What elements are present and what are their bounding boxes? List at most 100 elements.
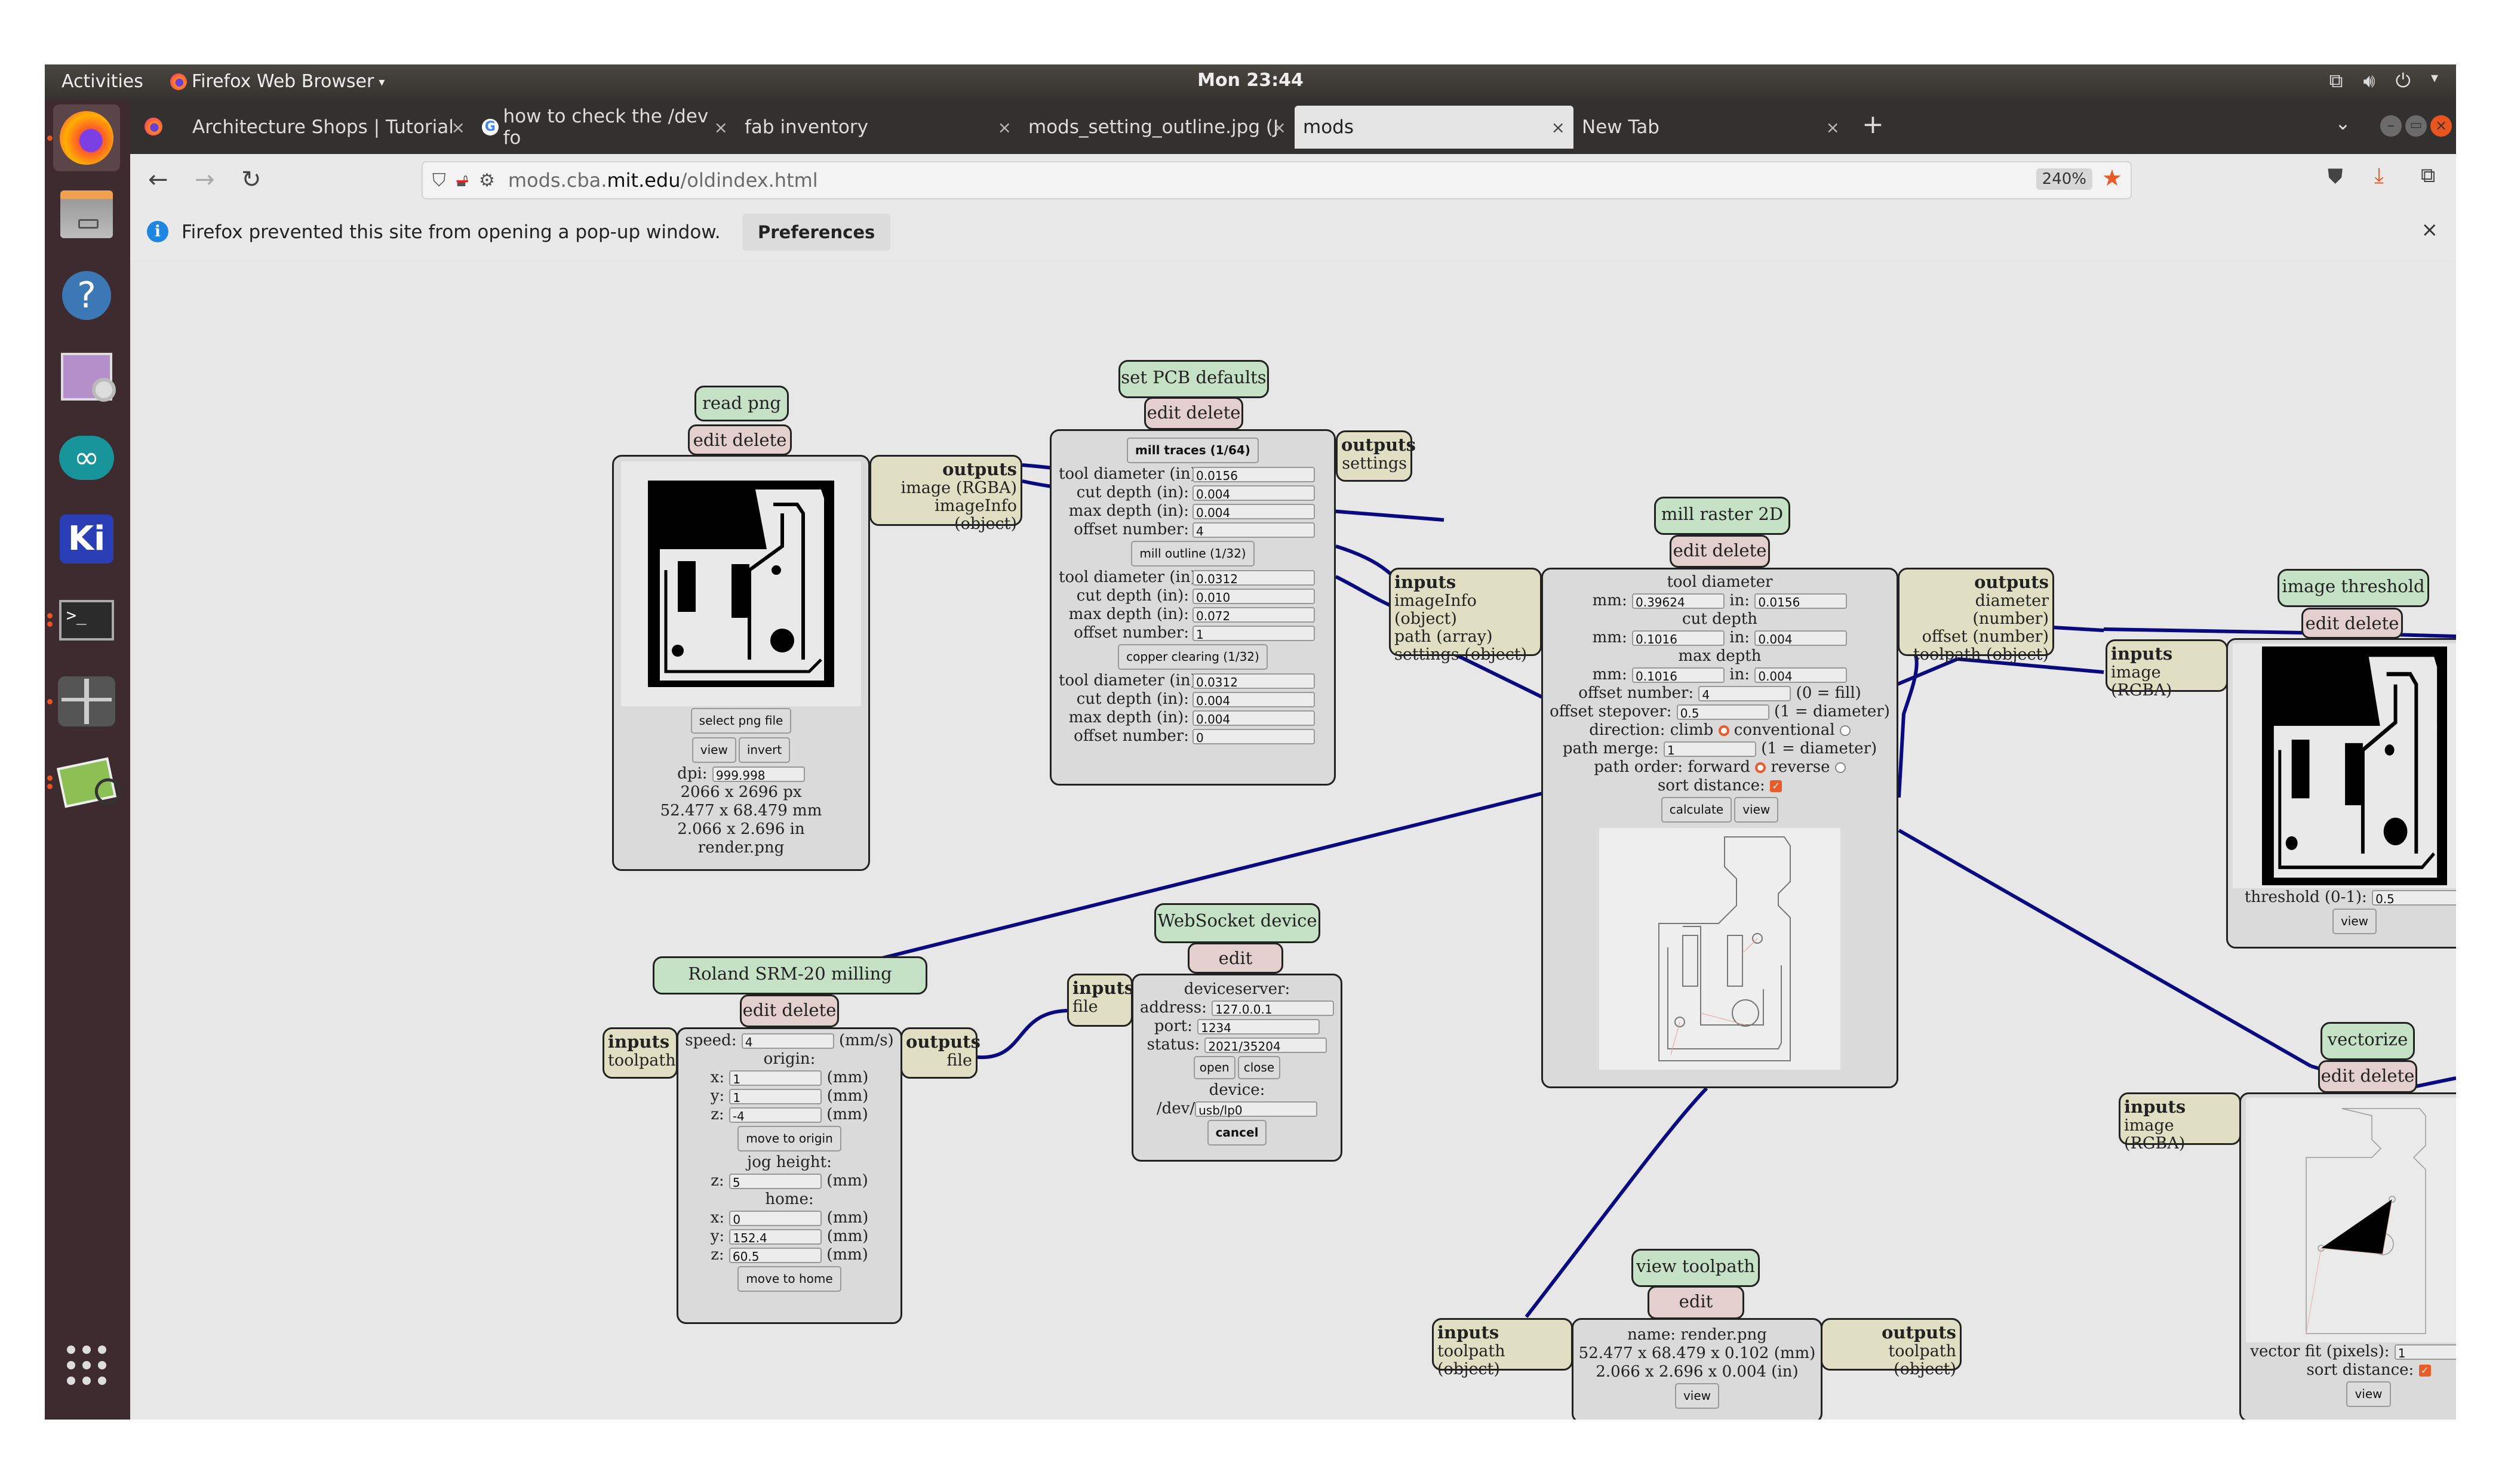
module-title-vectorize[interactable]: vectorize [2320,1022,2415,1060]
conventional-radio[interactable] [1839,725,1851,736]
tab-fab-inventory[interactable]: fab inventory × [736,106,1020,149]
extensions-icon[interactable]: ⧉ [2421,164,2435,187]
downloads-icon[interactable]: ⤓ [2374,164,2384,189]
pcb-section-button[interactable]: mill traces (1/64) [1127,438,1259,463]
dock-arduino[interactable]: ∞ [53,424,120,491]
output-port[interactable]: diameter (number) [1972,592,2049,628]
edit-delete-button[interactable]: edit delete [740,995,839,1027]
field-input[interactable]: 0.004 [1192,485,1315,501]
field-input[interactable]: 0.0156 [1192,467,1315,483]
climb-radio[interactable] [1718,725,1729,736]
sort-distance-checkbox[interactable]: ✓ [1770,780,1782,792]
dock-kicad[interactable]: Ki [53,506,120,572]
field-input[interactable]: 1 [1192,626,1315,642]
tab-new-tab[interactable]: New Tab × [1573,106,1848,149]
dock-help[interactable]: ? [53,262,120,329]
dock-firefox[interactable] [47,104,120,171]
home-x-input[interactable]: 0 [729,1211,822,1227]
offset-number-input[interactable]: 4 [1698,686,1791,702]
dock-files[interactable] [53,181,120,248]
tracking-protection-shield-icon[interactable]: ⛉ [432,170,446,191]
close-notification-icon[interactable]: × [2421,218,2439,242]
back-button[interactable]: ← [148,166,168,193]
sort-distance-checkbox[interactable]: ✓ [2418,1365,2431,1377]
output-port[interactable]: image (RGBA) [901,479,1017,497]
edit-delete-button[interactable]: edit delete [688,424,792,455]
home-y-input[interactable]: 152.4 [729,1229,822,1245]
input-port[interactable]: image (RGBA) [2124,1116,2185,1153]
input-port[interactable]: path (array) [1394,627,1493,646]
field-input[interactable]: 4 [1192,522,1315,538]
permissions-icon[interactable]: ⚙ [479,170,495,191]
home-z-input[interactable]: 60.5 [729,1248,822,1264]
edit-delete-button[interactable]: edit delete [1188,943,1283,996]
new-tab-button[interactable]: + [1862,109,1884,140]
cut-depth-in-input[interactable]: 0.004 [1754,630,1848,646]
pcb-section-button[interactable]: copper clearing (1/32) [1118,644,1268,670]
tab-how-to-check-dev[interactable]: G how to check the /dev fo × [474,106,736,149]
cut-depth-mm-input[interactable]: 0.1016 [1631,630,1725,646]
max-depth-in-input[interactable]: 0.004 [1754,667,1848,683]
module-title-read-png[interactable]: read png [694,386,789,421]
move-to-origin-button[interactable]: move to origin [737,1126,841,1152]
show-applications-button[interactable] [53,1332,120,1399]
field-input[interactable]: 0.010 [1192,589,1315,605]
tab-mods-setting-outline[interactable]: mods_setting_outline.jpg (J × [1020,106,1295,149]
dock-cheese[interactable] [53,343,120,410]
input-port[interactable]: imageInfo (object) [1394,592,1477,628]
output-port[interactable]: settings [1342,454,1407,473]
path-merge-input[interactable]: 1 [1663,741,1756,758]
threshold-input[interactable]: 0.5 [2372,890,2456,906]
clock[interactable]: Mon 23:44 [45,70,2456,91]
minimize-window-button[interactable]: – [2380,115,2402,137]
module-title-view-toolpath[interactable]: view toolpath [1631,1249,1760,1287]
module-title-mill-raster-2d[interactable]: mill raster 2D [1654,497,1790,535]
pocket-icon[interactable]: ⛊ [2328,165,2343,189]
field-input[interactable]: 0.0312 [1192,673,1315,689]
field-input[interactable]: 0.004 [1192,710,1315,726]
reload-button[interactable]: ↻ [241,166,262,193]
origin-x-input[interactable]: 1 [729,1070,822,1086]
tab-architecture-shops[interactable]: Architecture Shops | Tutorial × [184,106,474,149]
dpi-input[interactable]: 999.998 [712,766,805,783]
address-input[interactable]: 127.0.0.1 [1212,1000,1335,1017]
output-port[interactable]: toolpath (object) [1913,645,2049,664]
origin-z-input[interactable]: -4 [729,1107,822,1123]
output-port[interactable]: file [946,1051,972,1070]
close-button[interactable]: close [1237,1056,1281,1079]
view-button[interactable]: view [691,737,736,763]
firefox-view-icon[interactable] [145,118,162,136]
insecure-lock-icon[interactable]: 🔓︎ [457,170,468,191]
module-title-set-pcb-defaults[interactable]: set PCB defaults [1118,360,1269,398]
edit-delete-button[interactable]: edit delete [1648,1286,1744,1339]
input-port[interactable]: file [1072,997,1098,1016]
invert-button[interactable]: invert [738,737,791,763]
reverse-radio[interactable] [1834,762,1846,773]
module-title-roland-srm20[interactable]: Roland SRM-20 milling machine [653,956,927,1015]
output-port[interactable]: offset (number) [1922,627,2049,646]
close-window-button[interactable]: × [2430,115,2452,137]
input-port[interactable]: image (RGBA) [2111,663,2172,700]
input-port[interactable]: settings (object) [1394,645,1527,664]
field-input[interactable]: 0.004 [1192,692,1315,708]
view-button[interactable]: view [2346,1381,2391,1407]
module-title-websocket-device[interactable]: WebSocket device [1154,903,1320,943]
zoom-level-badge[interactable]: 240% [2036,168,2092,190]
module-title-image-threshold[interactable]: image threshold [2278,569,2429,607]
speed-input[interactable]: 4 [741,1033,834,1049]
bookmark-star-icon[interactable]: ★ [2102,165,2122,191]
tab-mods[interactable]: mods × [1295,106,1573,149]
edit-delete-button[interactable]: edit delete [2318,1060,2417,1093]
pcb-section-button[interactable]: mill outline (1/32) [1131,541,1255,566]
field-input[interactable]: 0.004 [1192,504,1315,520]
dock-image-viewer[interactable] [47,749,124,816]
cancel-button[interactable]: cancel [1207,1120,1267,1146]
tool-diameter-mm-input[interactable]: 0.39624 [1631,593,1725,609]
view-button[interactable]: view [2332,909,2377,934]
close-tab-icon[interactable]: × [714,118,728,137]
edit-delete-button[interactable]: edit delete [1144,397,1243,430]
close-tab-icon[interactable]: × [451,118,465,137]
field-input[interactable]: 0.0312 [1192,570,1315,586]
vector-fit-input[interactable]: 1 [2394,1344,2456,1360]
select-png-file-button[interactable]: select png file [690,708,792,734]
